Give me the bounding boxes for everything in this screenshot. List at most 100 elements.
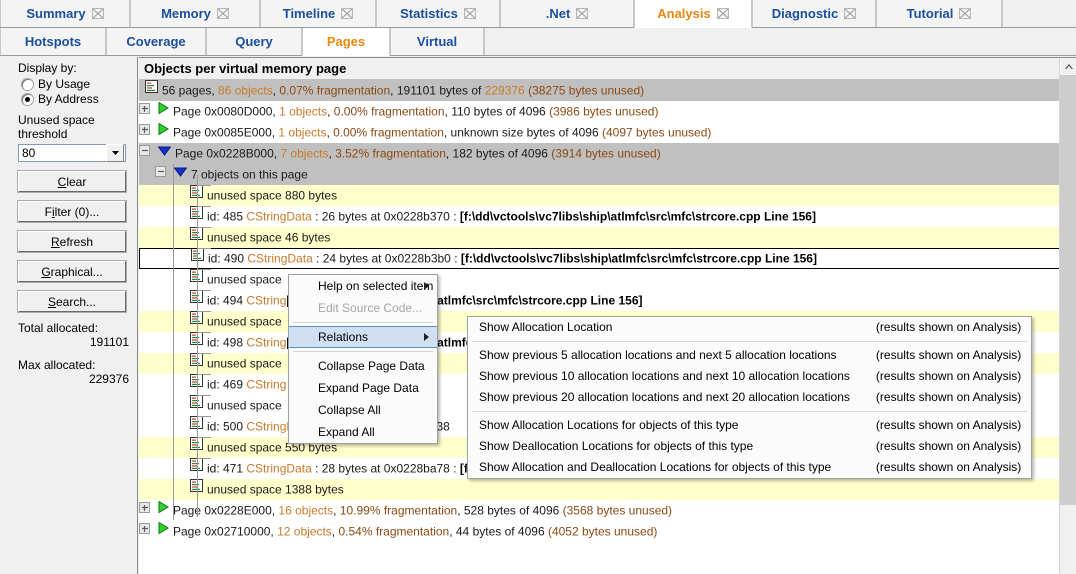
menu-item-collapse-all[interactable]: Collapse All [289, 399, 437, 421]
chevron-down-icon[interactable] [106, 144, 124, 162]
tree-row[interactable]: id: 494 CString[f:\dd\vctools\vc7libs\sh… [139, 290, 1076, 311]
submenu-item-show-previous-5-allocation-locations-and-next-5-allocation-locations[interactable]: Show previous 5 allocation locations and… [468, 345, 1031, 366]
row-text-segment: unused space 46 bytes [207, 230, 331, 245]
tab-diagnostic[interactable]: Diagnostic [752, 0, 876, 27]
subtab-hotspots[interactable]: Hotspots [0, 28, 106, 55]
tab-label: Summary [26, 6, 86, 21]
subtab-query[interactable]: Query [206, 28, 302, 55]
relations-submenu[interactable]: Show Allocation Location (results shown o… [467, 316, 1033, 479]
submenu-item-show-previous-20-allocation-locations-and-next-20-allocation-locations[interactable]: Show previous 20 allocation locations an… [468, 387, 1031, 408]
subtab-pages[interactable]: Pages [302, 28, 390, 56]
row-text-segment: Page 0x0228B000, [175, 146, 281, 161]
row-text-segment: : 24 bytes at 0x0228b3b0 : [312, 251, 461, 266]
close-icon[interactable] [91, 8, 104, 19]
scrollbar-thumb[interactable] [1060, 75, 1076, 505]
menu-item-expand-page-data[interactable]: Expand Page Data [289, 377, 437, 399]
submenu-item-show-allocation-locations-for-objects-of-this-type[interactable]: Show Allocation Locations for objects of… [468, 415, 1031, 436]
tab-tutorial[interactable]: Tutorial [876, 0, 1002, 27]
page-collapsed-arrow-icon[interactable] [158, 521, 169, 541]
refresh-button[interactable]: Refresh [17, 230, 127, 253]
close-icon[interactable] [341, 8, 354, 19]
submenu-item-show-previous-10-allocation-locations-and-next-10-allocation-locations[interactable]: Show previous 10 allocation locations an… [468, 366, 1031, 387]
tab-summary[interactable]: Summary [0, 0, 130, 27]
tree-row[interactable]: Page 0x0228B000, 7 objects, 3.52% fragme… [139, 143, 1076, 164]
close-icon[interactable] [844, 8, 857, 19]
tab-label: .Net [545, 6, 571, 21]
tree-row[interactable]: Page 0x0228E000, 16 objects, 10.99% frag… [139, 500, 1076, 521]
radio-by-usage[interactable]: By Usage [22, 77, 137, 91]
page-expanded-arrow-icon[interactable] [173, 164, 188, 184]
radio-by-address[interactable]: By Address [22, 92, 137, 106]
row-text-segment: Page 0x0228E000, [173, 503, 279, 518]
subtab-coverage[interactable]: Coverage [106, 28, 206, 55]
row-text-segment: (3986 bytes unused) [545, 104, 659, 119]
vertical-scrollbar[interactable] [1059, 58, 1076, 574]
page-collapsed-arrow-icon[interactable] [158, 101, 169, 121]
tree-row[interactable]: 7 objects on this page [139, 164, 1076, 185]
max-allocated-value: 229376 [88, 372, 129, 386]
tab-memory[interactable]: Memory [130, 0, 260, 27]
menu-item-relations[interactable]: Relations [289, 326, 437, 348]
menu-item-help-on-selected-item[interactable]: Help on selected item [289, 275, 437, 297]
close-icon[interactable] [716, 8, 729, 19]
submenu-item-show-allocation-and-deallocation-locations-for-objects-of-this-type[interactable]: Show Allocation and Deallocation Locatio… [468, 457, 1031, 478]
row-text-segment: CStringData [247, 251, 313, 266]
context-menu[interactable]: Help on selected item Edit Source Code...… [288, 274, 438, 444]
submenu-item-show-allocation-location[interactable]: Show Allocation Location (results shown o… [468, 317, 1031, 338]
row-text-segment: (38275 bytes unused) [524, 83, 645, 98]
row-text-segment: CString [246, 293, 287, 308]
close-icon[interactable] [463, 8, 476, 19]
submenu-item-label: Show previous 20 allocation locations an… [479, 390, 850, 404]
row-text-segment: , 44 bytes of 4096 [449, 524, 545, 539]
summary-row[interactable]: 56 pages, 86 objects, 0.07% fragmentatio… [139, 80, 1076, 101]
row-text-segment: CString [246, 335, 287, 350]
submenu-item-note: (results shown on Analysis) [875, 348, 1022, 362]
tab-timeline[interactable]: Timeline [260, 0, 376, 27]
expand-plus-icon[interactable] [139, 101, 150, 121]
row-text-segment: id: 471 [207, 461, 247, 476]
threshold-value: 80 [22, 146, 36, 160]
tree-row[interactable]: Page 0x02710000, 12 objects, 0.54% fragm… [139, 521, 1076, 542]
page-collapsed-arrow-icon[interactable] [158, 500, 169, 520]
radio-by-usage-indicator[interactable] [22, 78, 33, 90]
tree-row[interactable]: id: 490 CStringData : 24 bytes at 0x0228… [139, 248, 1076, 269]
tree-row[interactable]: unused space 880 bytes [139, 185, 1076, 206]
search-button[interactable]: Search... [17, 290, 127, 313]
expand-plus-icon[interactable] [139, 500, 150, 520]
scroll-up-button[interactable] [1060, 58, 1076, 75]
expand-plus-icon[interactable] [139, 521, 150, 541]
collapse-minus-icon[interactable] [139, 143, 150, 163]
tab-label: Memory [161, 6, 211, 21]
page-collapsed-arrow-icon[interactable] [158, 122, 169, 142]
close-icon[interactable] [576, 8, 589, 19]
menu-item-expand-all[interactable]: Expand All [289, 421, 437, 443]
tree-row[interactable]: unused space 1388 bytes [139, 479, 1076, 500]
collapse-minus-icon[interactable] [155, 164, 166, 184]
page-expanded-arrow-icon[interactable] [157, 143, 172, 163]
tree-row[interactable]: Page 0x0085E000, 1 objects, 0.00% fragme… [139, 122, 1076, 143]
clear-button[interactable]: Clear [17, 170, 127, 193]
tab-analysis[interactable]: Analysis [634, 0, 752, 28]
tree-row[interactable]: id: 485 CStringData : 26 bytes at 0x0228… [139, 206, 1076, 227]
tab-net[interactable]: .Net [500, 0, 634, 27]
row-text-segment: Page 0x0085E000, [173, 125, 279, 140]
threshold-combobox[interactable]: 80 [18, 144, 126, 162]
tab-label: Statistics [400, 6, 458, 21]
menu-item-collapse-page-data[interactable]: Collapse Page Data [289, 355, 437, 377]
subtab-virtual[interactable]: Virtual [390, 28, 484, 55]
menu-separator [293, 322, 433, 323]
tab-label: Diagnostic [771, 6, 839, 21]
tab-statistics[interactable]: Statistics [376, 0, 500, 27]
row-text-segment: , 110 bytes of 4096 [444, 104, 546, 119]
expand-plus-icon[interactable] [139, 122, 150, 142]
close-icon[interactable] [216, 8, 229, 19]
graphical-button[interactable]: Graphical... [17, 260, 127, 283]
filter-button[interactable]: Filter (0)... [17, 200, 127, 223]
tree-row[interactable]: unused space [139, 269, 1076, 290]
tree-row[interactable]: Page 0x0080D000, 1 objects, 0.00% fragme… [139, 101, 1076, 122]
tab-label: Timeline [282, 6, 336, 21]
radio-by-address-indicator[interactable] [22, 93, 33, 105]
submenu-item-show-deallocation-locations-for-objects-of-this-type[interactable]: Show Deallocation Locations for objects … [468, 436, 1031, 457]
tree-row[interactable]: unused space 46 bytes [139, 227, 1076, 248]
close-icon[interactable] [959, 8, 972, 19]
